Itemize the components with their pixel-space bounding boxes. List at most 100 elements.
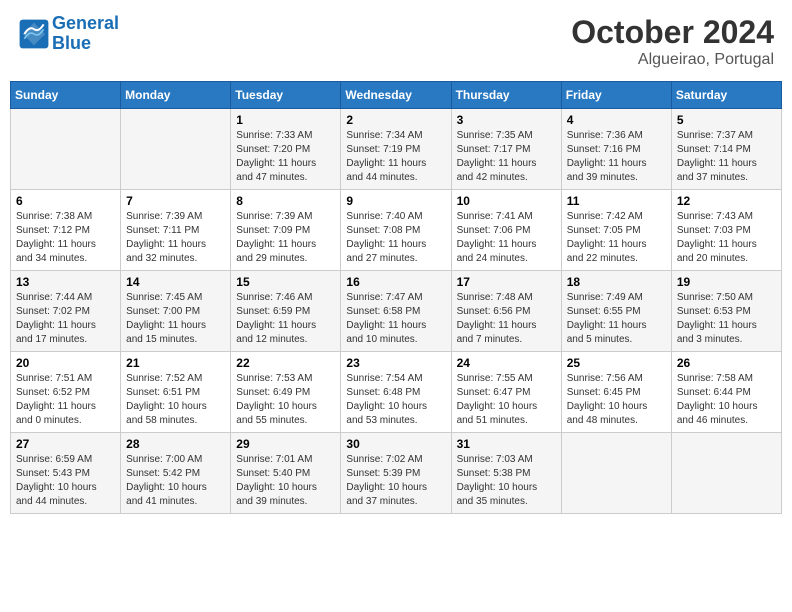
day-number: 1	[236, 113, 335, 127]
day-info: Sunrise: 7:43 AM Sunset: 7:03 PM Dayligh…	[677, 210, 776, 266]
day-number: 16	[346, 275, 445, 289]
calendar-cell: 8Sunrise: 7:39 AM Sunset: 7:09 PM Daylig…	[231, 190, 341, 271]
day-number: 4	[567, 113, 666, 127]
day-number: 10	[457, 194, 556, 208]
day-info: Sunrise: 7:40 AM Sunset: 7:08 PM Dayligh…	[346, 210, 445, 266]
day-of-week-header: Saturday	[671, 82, 781, 109]
day-info: Sunrise: 7:44 AM Sunset: 7:02 PM Dayligh…	[16, 291, 115, 347]
page-header: General Blue October 2024 Algueirao, Por…	[10, 10, 782, 73]
calendar-cell: 11 Sunrise: 7:42 AM Sunset: 7:05 PM Dayli…	[561, 190, 671, 271]
day-number: 28	[126, 437, 225, 451]
day-info: Sunrise: 7:39 AM Sunset: 7:11 PM Dayligh…	[126, 210, 225, 266]
title-block: October 2024 Algueirao, Portugal	[571, 14, 774, 69]
day-info: Sunrise: 7:35 AM Sunset: 7:17 PM Dayligh…	[457, 129, 556, 185]
day-of-week-header: Sunday	[11, 82, 121, 109]
day-number: 5	[677, 113, 776, 127]
calendar-cell: 21 Sunrise: 7:52 AM Sunset: 6:51 PM Dayli…	[121, 352, 231, 433]
day-number: 15	[236, 275, 335, 289]
calendar-cell	[671, 433, 781, 514]
day-number: 2	[346, 113, 445, 127]
day-info: Sunrise: 7:41 AM Sunset: 7:06 PM Dayligh…	[457, 210, 556, 266]
day-number: 18	[567, 275, 666, 289]
calendar-week-row: 20 Sunrise: 7:51 AM Sunset: 6:52 PM Dayli…	[11, 352, 782, 433]
calendar-cell: 4 Sunrise: 7:36 AM Sunset: 7:16 PM Daylig…	[561, 109, 671, 190]
day-number: 23	[346, 356, 445, 370]
day-info: Sunrise: 7:02 AM Sunset: 5:39 PM Dayligh…	[346, 453, 445, 509]
calendar-cell	[121, 109, 231, 190]
day-number: 30	[346, 437, 445, 451]
calendar-cell: 13 Sunrise: 7:44 AM Sunset: 7:02 PM Dayli…	[11, 271, 121, 352]
day-info: Sunrise: 7:50 AM Sunset: 6:53 PM Dayligh…	[677, 291, 776, 347]
calendar-cell: 3 Sunrise: 7:35 AM Sunset: 7:17 PM Daylig…	[451, 109, 561, 190]
day-number: 20	[16, 356, 115, 370]
calendar-cell: 29 Sunrise: 7:01 AM Sunset: 5:40 PM Dayli…	[231, 433, 341, 514]
day-info: Sunrise: 7:55 AM Sunset: 6:47 PM Dayligh…	[457, 372, 556, 428]
calendar-cell	[561, 433, 671, 514]
day-number: 19	[677, 275, 776, 289]
calendar-week-row: 1 Sunrise: 7:33 AM Sunset: 7:20 PM Daylig…	[11, 109, 782, 190]
day-info: Sunrise: 7:51 AM Sunset: 6:52 PM Dayligh…	[16, 372, 115, 428]
day-info: Sunrise: 6:59 AM Sunset: 5:43 PM Dayligh…	[16, 453, 115, 509]
day-info: Sunrise: 7:37 AM Sunset: 7:14 PM Dayligh…	[677, 129, 776, 185]
day-number: 24	[457, 356, 556, 370]
day-info: Sunrise: 7:34 AM Sunset: 7:19 PM Dayligh…	[346, 129, 445, 185]
day-info: Sunrise: 7:00 AM Sunset: 5:42 PM Dayligh…	[126, 453, 225, 509]
logo: General Blue	[18, 14, 119, 54]
calendar-cell: 15 Sunrise: 7:46 AM Sunset: 6:59 PM Dayli…	[231, 271, 341, 352]
calendar-cell: 1 Sunrise: 7:33 AM Sunset: 7:20 PM Daylig…	[231, 109, 341, 190]
day-number: 3	[457, 113, 556, 127]
day-info: Sunrise: 7:46 AM Sunset: 6:59 PM Dayligh…	[236, 291, 335, 347]
calendar-cell: 25 Sunrise: 7:56 AM Sunset: 6:45 PM Dayli…	[561, 352, 671, 433]
day-info: Sunrise: 7:39 AM Sunset: 7:09 PM Dayligh…	[236, 210, 335, 266]
day-info: Sunrise: 7:36 AM Sunset: 7:16 PM Dayligh…	[567, 129, 666, 185]
calendar-cell: 30 Sunrise: 7:02 AM Sunset: 5:39 PM Dayli…	[341, 433, 451, 514]
calendar-cell: 5 Sunrise: 7:37 AM Sunset: 7:14 PM Daylig…	[671, 109, 781, 190]
day-info: Sunrise: 7:47 AM Sunset: 6:58 PM Dayligh…	[346, 291, 445, 347]
day-number: 14	[126, 275, 225, 289]
day-of-week-header: Monday	[121, 82, 231, 109]
day-number: 21	[126, 356, 225, 370]
day-info: Sunrise: 7:48 AM Sunset: 6:56 PM Dayligh…	[457, 291, 556, 347]
day-number: 27	[16, 437, 115, 451]
calendar-cell: 31Sunrise: 7:03 AM Sunset: 5:38 PM Dayli…	[451, 433, 561, 514]
calendar-cell: 27 Sunrise: 6:59 AM Sunset: 5:43 PM Dayli…	[11, 433, 121, 514]
day-number: 25	[567, 356, 666, 370]
calendar-cell: 14Sunrise: 7:45 AM Sunset: 7:00 PM Dayli…	[121, 271, 231, 352]
day-info: Sunrise: 7:33 AM Sunset: 7:20 PM Dayligh…	[236, 129, 335, 185]
day-number: 9	[346, 194, 445, 208]
day-info: Sunrise: 7:38 AM Sunset: 7:12 PM Dayligh…	[16, 210, 115, 266]
calendar-cell: 9 Sunrise: 7:40 AM Sunset: 7:08 PM Daylig…	[341, 190, 451, 271]
calendar-table: SundayMondayTuesdayWednesdayThursdayFrid…	[10, 81, 782, 514]
logo-text: General Blue	[52, 14, 119, 54]
day-number: 7	[126, 194, 225, 208]
day-info: Sunrise: 7:01 AM Sunset: 5:40 PM Dayligh…	[236, 453, 335, 509]
calendar-header-row: SundayMondayTuesdayWednesdayThursdayFrid…	[11, 82, 782, 109]
day-number: 22	[236, 356, 335, 370]
day-number: 29	[236, 437, 335, 451]
logo-line1: General	[52, 13, 119, 33]
month-title: October 2024	[571, 14, 774, 51]
day-info: Sunrise: 7:42 AM Sunset: 7:05 PM Dayligh…	[567, 210, 666, 266]
calendar-cell: 24 Sunrise: 7:55 AM Sunset: 6:47 PM Dayli…	[451, 352, 561, 433]
day-number: 6	[16, 194, 115, 208]
calendar-cell: 22Sunrise: 7:53 AM Sunset: 6:49 PM Dayli…	[231, 352, 341, 433]
day-number: 17	[457, 275, 556, 289]
day-of-week-header: Tuesday	[231, 82, 341, 109]
day-info: Sunrise: 7:52 AM Sunset: 6:51 PM Dayligh…	[126, 372, 225, 428]
day-number: 13	[16, 275, 115, 289]
day-number: 11	[567, 194, 666, 208]
day-number: 12	[677, 194, 776, 208]
day-number: 31	[457, 437, 556, 451]
day-of-week-header: Wednesday	[341, 82, 451, 109]
day-of-week-header: Friday	[561, 82, 671, 109]
day-info: Sunrise: 7:56 AM Sunset: 6:45 PM Dayligh…	[567, 372, 666, 428]
calendar-cell: 19 Sunrise: 7:50 AM Sunset: 6:53 PM Dayli…	[671, 271, 781, 352]
day-of-week-header: Thursday	[451, 82, 561, 109]
calendar-week-row: 27 Sunrise: 6:59 AM Sunset: 5:43 PM Dayli…	[11, 433, 782, 514]
calendar-cell: 26Sunrise: 7:58 AM Sunset: 6:44 PM Dayli…	[671, 352, 781, 433]
logo-icon	[18, 18, 50, 50]
day-info: Sunrise: 7:49 AM Sunset: 6:55 PM Dayligh…	[567, 291, 666, 347]
calendar-cell: 23 Sunrise: 7:54 AM Sunset: 6:48 PM Dayli…	[341, 352, 451, 433]
day-info: Sunrise: 7:54 AM Sunset: 6:48 PM Dayligh…	[346, 372, 445, 428]
location-title: Algueirao, Portugal	[571, 51, 774, 69]
